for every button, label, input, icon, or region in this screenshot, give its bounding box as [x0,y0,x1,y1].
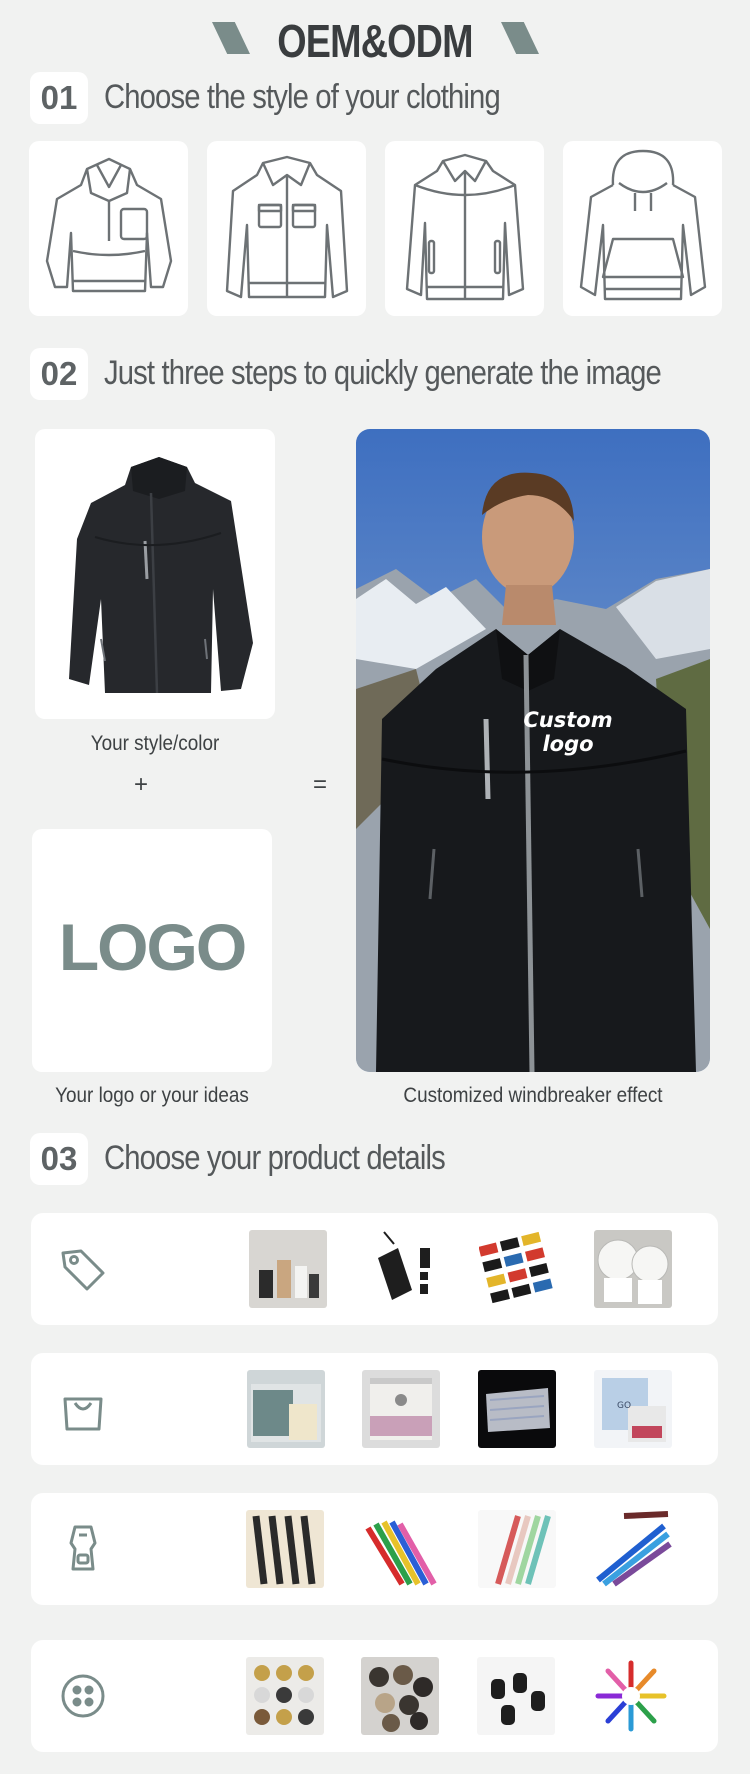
style-card-fleece-pullover[interactable] [29,141,188,316]
step-title-02: Just three steps to quickly generate the… [104,354,662,392]
zipper-icon [69,1525,97,1571]
horn-buttons-photo[interactable] [361,1657,439,1735]
step-number-02: 02 [30,348,88,400]
mailer-bag-photo[interactable]: GO [594,1370,672,1448]
page-title: OEM&ODM [277,15,473,67]
detail-row-packaging[interactable]: GO [31,1353,718,1465]
zip-bag-photo[interactable] [362,1370,440,1448]
equals-sign: = [313,771,328,798]
clear-packaging-photo[interactable] [247,1370,325,1448]
custom-logo-overlay-line2: logo [542,732,593,756]
style-color-photo [35,429,275,719]
svg-text:GO: GO [617,1401,631,1411]
black-jacket-photo [69,457,253,694]
fleece-pullover-icon [45,157,173,293]
color-wheel-buttons-photo[interactable] [592,1657,670,1735]
work-jacket-icon [225,155,349,299]
result-model-photo: Custom logo [356,429,710,1072]
black-zippers-photo[interactable] [246,1510,324,1588]
style-card-work-jacket[interactable] [207,141,366,316]
metal-buttons-photo[interactable] [246,1657,324,1735]
zip-jacket-icon [405,153,525,301]
label-rolls-photo[interactable] [594,1230,672,1308]
logo-upload-box[interactable]: LOGO [32,829,272,1072]
printed-poly-bag-photo[interactable] [478,1370,556,1448]
style-card-zip-jacket[interactable] [385,141,544,316]
pastel-zippers-photo[interactable] [478,1510,556,1588]
detail-row-zippers[interactable] [31,1493,718,1605]
colorful-zippers-photo[interactable] [362,1510,440,1588]
plus-sign: + [134,771,149,798]
step-title-01: Choose the style of your clothing [104,78,501,116]
cord-stoppers-photo[interactable] [477,1657,555,1735]
blue-zippers-photo[interactable] [594,1510,672,1588]
detail-row-labels[interactable] [31,1213,718,1325]
logo-caption: Your logo or your ideas [55,1084,249,1107]
custom-logo-overlay-line1: Custom [523,708,612,732]
bag-icon [63,1397,103,1431]
result-caption: Customized windbreaker effect [403,1084,663,1107]
black-hangtag-photo[interactable] [364,1230,442,1308]
style-card-hoodie[interactable] [563,141,722,316]
hoodie-icon [579,149,707,301]
step-title-03: Choose your product details [104,1139,446,1177]
detail-row-buttons[interactable] [31,1640,718,1752]
button-icon [61,1674,105,1718]
woven-labels-photo[interactable] [479,1230,557,1308]
hangtag-set-photo[interactable] [249,1230,327,1308]
step-number-01: 01 [30,72,88,124]
style-color-caption: Your style/color [90,732,220,755]
step-number-03: 03 [30,1133,88,1185]
logo-placeholder-text: LOGO [58,910,247,984]
tag-icon [61,1249,105,1291]
model-windbreaker-photo: Custom logo [356,429,710,1072]
